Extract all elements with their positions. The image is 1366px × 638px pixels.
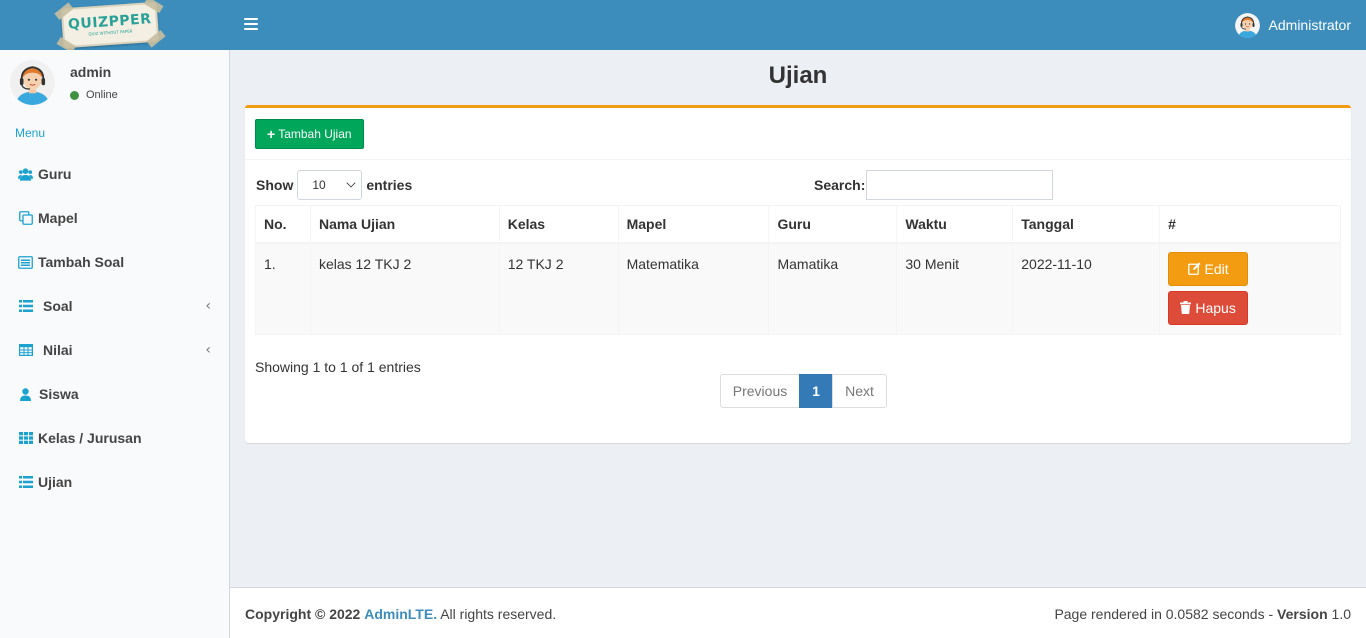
header-user-name: Administrator (1268, 17, 1351, 33)
copyright-text: Copyright © 2022 (245, 606, 361, 622)
list-icon (18, 299, 33, 314)
status-dot-icon (70, 90, 79, 100)
column-header-guru[interactable]: Guru (768, 205, 898, 244)
edit-button[interactable]: Edit (1168, 251, 1249, 286)
delete-button[interactable]: Hapus (1168, 290, 1249, 325)
column-header-waktu[interactable]: Waktu (896, 205, 1014, 244)
sidebar-item-mapel[interactable]: Mapel (0, 196, 229, 240)
cell-waktu: 30 Menit (896, 242, 1014, 335)
add-ujian-button[interactable]: + Tambah Ujian (255, 119, 364, 149)
version-number: 1.0 (1331, 606, 1351, 622)
box-header: + Tambah Ujian (245, 108, 1351, 160)
edit-label: Edit (1204, 260, 1229, 277)
entries-select-value: 10 (312, 178, 326, 192)
trash-icon (1180, 301, 1192, 314)
edit-icon (1187, 262, 1201, 275)
sidebar-item-label: Guru (38, 166, 72, 182)
table-info: Showing 1 to 1 of 1 entries (255, 359, 421, 375)
user-icon (18, 387, 33, 402)
column-header-nama-ujian[interactable]: Nama Ujian (309, 205, 500, 244)
list-alt-icon (18, 255, 33, 270)
table-row: 1. kelas 12 TKJ 2 12 TKJ 2 Matematika Ma… (255, 242, 1341, 335)
copy-icon (18, 211, 33, 226)
footer: Copyright © 2022 AdminLTE. All rights re… (230, 587, 1366, 638)
online-status[interactable]: Online (70, 89, 118, 101)
search-control: Search: (814, 170, 1054, 200)
column-header-tanggal[interactable]: Tanggal (1012, 205, 1161, 244)
sidebar-nav: Guru Mapel Tambah Soal Soal ‹ Nilai ‹ Si… (0, 152, 229, 504)
render-time-text: Page rendered in 0.0582 seconds - (1054, 606, 1274, 622)
sidebar-item-ujian[interactable]: Ujian (0, 460, 229, 504)
sidebar-item-label: Siswa (39, 386, 79, 402)
cell-no: 1. (255, 242, 311, 335)
adminlte-link[interactable]: AdminLTE. (364, 606, 437, 622)
list-icon (18, 475, 33, 490)
sidebar-item-nilai[interactable]: Nilai ‹ (0, 328, 229, 372)
sidebar-item-label: Nilai (43, 342, 73, 358)
users-icon (18, 167, 33, 182)
cell-kelas: 12 TKJ 2 (498, 242, 619, 335)
table-header-row: No. Nama Ujian Kelas Mapel Guru Waktu Ta… (255, 205, 1341, 244)
status-label: Online (86, 89, 118, 101)
sidebar-item-kelas-jurusan[interactable]: Kelas / Jurusan (0, 416, 229, 460)
column-header-actions[interactable]: # (1159, 205, 1341, 244)
avatar (10, 60, 55, 105)
sidebar-item-label: Kelas / Jurusan (38, 430, 142, 446)
plus-icon: + (267, 126, 276, 142)
cell-actions: Edit Hapus (1159, 242, 1341, 335)
sidebar-user-name: admin (70, 64, 112, 80)
logo-badge: QUIZPPER QUIZ WITHOUT PAPER (54, 0, 166, 54)
search-label: Search: (814, 177, 866, 193)
user-menu[interactable]: Administrator (1234, 0, 1351, 50)
rights-text: All rights reserved. (440, 606, 557, 622)
chevron-left-icon: ‹ (205, 342, 211, 358)
delete-label: Hapus (1195, 299, 1236, 316)
footer-render-info: Page rendered in 0.0582 seconds - Versio… (1054, 606, 1351, 622)
chevron-left-icon: ‹ (205, 298, 211, 314)
show-label: Show (256, 177, 294, 193)
entries-label: entries (366, 177, 413, 193)
sidebar-item-label: Mapel (38, 210, 78, 226)
table-icon (18, 343, 33, 358)
sidebar-item-label: Tambah Soal (38, 254, 125, 270)
search-input[interactable] (866, 170, 1054, 200)
cell-guru: Mamatika (768, 242, 898, 335)
chevron-down-icon (346, 178, 356, 188)
sidebar-item-soal[interactable]: Soal ‹ (0, 284, 229, 328)
sidebar-toggle-icon[interactable] (244, 18, 258, 30)
user-panel: admin Online (10, 60, 220, 106)
top-header: QUIZPPER QUIZ WITHOUT PAPER Administrato… (0, 0, 1366, 54)
sidebar-item-guru[interactable]: Guru (0, 152, 229, 196)
avatar (1234, 12, 1260, 38)
sidebar-item-label: Ujian (38, 474, 73, 490)
previous-page-button[interactable]: Previous (720, 374, 800, 408)
cell-mapel: Matematika (617, 242, 770, 335)
sidebar-item-tambah-soal[interactable]: Tambah Soal (0, 240, 229, 284)
entries-select[interactable]: 10 (297, 170, 363, 200)
column-header-mapel[interactable]: Mapel (617, 205, 770, 244)
pagination: Previous 1 Next (720, 374, 887, 408)
th-icon (18, 431, 33, 446)
next-page-button[interactable]: Next (832, 374, 887, 408)
ujian-table: No. Nama Ujian Kelas Mapel Guru Waktu Ta… (255, 205, 1341, 335)
page-title: Ujian (768, 62, 828, 89)
sidebar-item-label: Soal (43, 298, 73, 314)
add-ujian-label: Tambah Ujian (278, 127, 352, 141)
page-1-button[interactable]: 1 (799, 374, 833, 408)
cell-tanggal: 2022-11-10 (1012, 242, 1161, 335)
ujian-box: + Tambah Ujian Show 10 entries Search: N… (245, 105, 1351, 443)
entries-length-control: Show 10 entries (256, 170, 412, 200)
column-header-kelas[interactable]: Kelas (498, 205, 619, 244)
sidebar: admin Online Menu Guru Mapel Tambah Soal (0, 50, 230, 638)
logo[interactable]: QUIZPPER QUIZ WITHOUT PAPER (0, 0, 230, 54)
cell-nama-ujian: kelas 12 TKJ 2 (309, 242, 500, 335)
menu-header: Menu (15, 126, 46, 140)
sidebar-item-siswa[interactable]: Siswa (0, 372, 229, 416)
footer-copyright: Copyright © 2022 AdminLTE. All rights re… (245, 606, 556, 622)
column-header-no[interactable]: No. (255, 205, 311, 244)
version-label: Version (1277, 606, 1328, 622)
